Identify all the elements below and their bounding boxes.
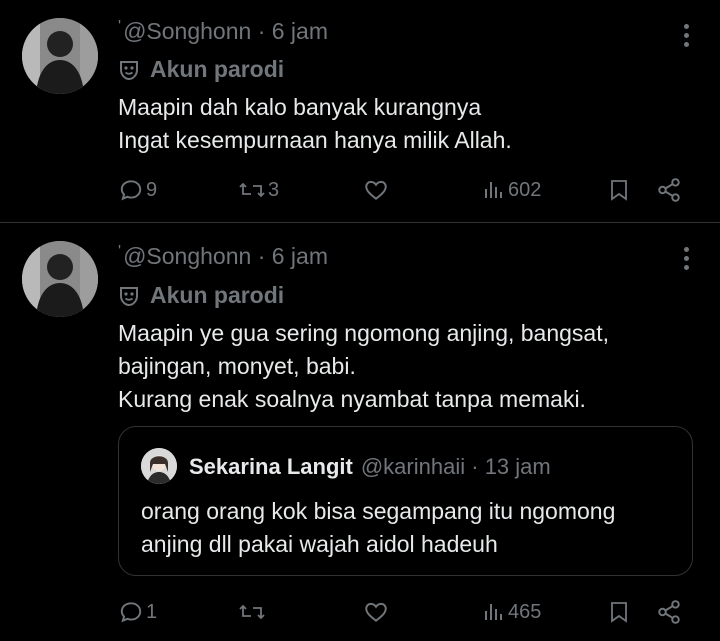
like-icon (365, 180, 387, 200)
quoted-text: orang orang kok bisa segampang itu ngomo… (141, 498, 616, 557)
parody-mask-icon (120, 287, 138, 307)
tweet[interactable]: '@Songhonn · 6 jam Akun parodi Maapin ye… (0, 223, 720, 641)
reply-button[interactable]: 9 (118, 174, 157, 206)
bookmark-icon (611, 602, 627, 623)
quoted-timestamp[interactable]: 13 jam (485, 454, 551, 479)
tweet[interactable]: '@Songhonn · 6 jam Akun parodi Maapin da… (0, 0, 720, 223)
views-icon (485, 182, 502, 198)
repost-button[interactable] (238, 596, 268, 628)
views-button[interactable]: 602 (482, 174, 541, 206)
share-icon (658, 600, 680, 624)
bookmark-button[interactable] (607, 174, 631, 206)
quoted-avatar[interactable] (141, 448, 177, 484)
share-button[interactable] (656, 174, 682, 206)
repost-icon (239, 604, 265, 620)
reply-icon (120, 602, 142, 623)
views-button[interactable]: 465 (482, 596, 541, 628)
quoted-tweet[interactable]: Sekarina Langit @karinhaii · 13 jam orang… (118, 426, 693, 576)
quoted-handle[interactable]: @karinhaii (361, 454, 465, 479)
parody-label: Akun parodi (118, 282, 284, 309)
separator: · (257, 18, 266, 44)
user-handle[interactable]: @Songhonn (123, 18, 251, 44)
quoted-name[interactable]: Sekarina Langit (189, 454, 353, 479)
repost-icon (239, 182, 265, 198)
like-icon (365, 602, 387, 622)
user-handle[interactable]: @Songhonn (123, 243, 251, 269)
tweet-text: Maapin dah kalo banyak kurangnya Ingat k… (118, 94, 512, 153)
tweet-header: '@Songhonn · 6 jam (118, 243, 328, 269)
like-button[interactable] (362, 174, 392, 206)
avatar[interactable] (22, 18, 98, 94)
timestamp[interactable]: 6 jam (272, 18, 328, 44)
quoted-header: Sekarina Langit @karinhaii · 13 jam (189, 454, 551, 480)
more-icon[interactable] (684, 247, 690, 274)
share-button[interactable] (656, 596, 682, 628)
avatar[interactable] (22, 241, 98, 317)
more-icon[interactable] (684, 24, 690, 51)
timestamp[interactable]: 6 jam (272, 243, 328, 269)
reply-button[interactable]: 1 (118, 596, 157, 628)
tweet-text: Maapin ye gua sering ngomong anjing, ban… (118, 320, 610, 412)
tweet-header: '@Songhonn · 6 jam (118, 18, 328, 44)
like-button[interactable] (362, 596, 392, 628)
reply-icon (120, 180, 142, 201)
tweet-actions: 9 3 602 (118, 174, 688, 206)
bookmark-button[interactable] (607, 596, 631, 628)
parody-mask-icon (120, 61, 138, 81)
bookmark-icon (611, 180, 627, 201)
parody-label: Akun parodi (118, 56, 284, 83)
tweet-actions: 1 465 (118, 596, 688, 628)
separator: · (257, 243, 266, 269)
share-icon (658, 178, 680, 202)
views-icon (485, 604, 502, 620)
separator: · (471, 454, 479, 479)
repost-button[interactable]: 3 (238, 174, 279, 206)
